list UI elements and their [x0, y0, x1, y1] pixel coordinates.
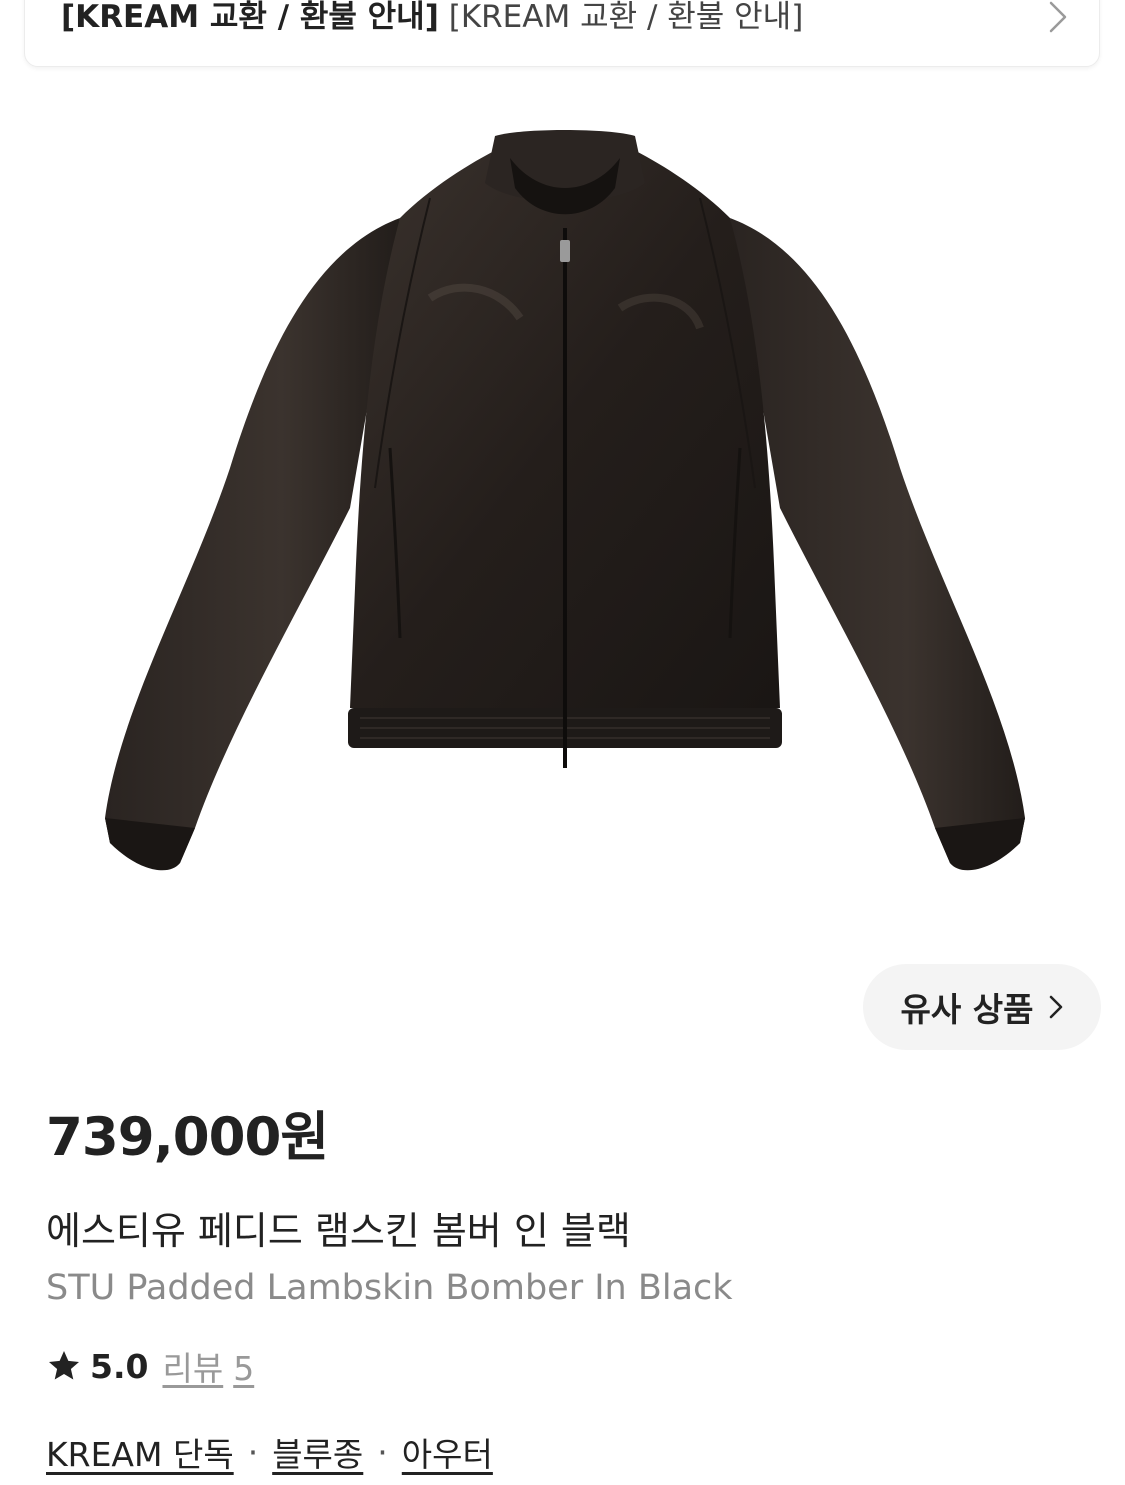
notice-label: [KREAM 교환 / 환불 안내] [448, 0, 804, 35]
product-name-korean: 에스티유 페디드 램스킨 봄버 인 블랙 [46, 1209, 631, 1253]
star-icon [49, 1351, 79, 1380]
notice-bold-label: [KREAM 교환 / 환불 안내] [61, 0, 439, 35]
exchange-refund-notice[interactable]: [KREAM 교환 / 환불 안내] [KREAM 교환 / 환불 안내] [24, 0, 1100, 67]
review-count: 5 [233, 1349, 255, 1388]
chevron-right-icon [1050, 995, 1063, 1019]
product-name-english: STU Padded Lambskin Bomber In Black [46, 1268, 733, 1308]
category-tags: KREAM 단독 · 블루종 · 아우터 [46, 1428, 493, 1476]
tag-blouson[interactable]: 블루종 [272, 1428, 363, 1476]
tag-outer[interactable]: 아우터 [402, 1428, 493, 1476]
tag-separator: · [247, 1432, 259, 1472]
similar-products-label: 유사 상품 [900, 990, 1034, 1029]
product-price: 739,000원 [46, 1107, 329, 1168]
chevron-right-icon [1049, 1, 1067, 33]
tag-kream-exclusive[interactable]: KREAM 단독 [46, 1428, 234, 1476]
review-label: 리뷰 [162, 1349, 224, 1388]
product-image[interactable] [100, 128, 1030, 888]
notice-text: [KREAM 교환 / 환불 안내] [KREAM 교환 / 환불 안내] [61, 0, 803, 37]
rating-value: 5.0 [90, 1346, 149, 1386]
similar-products-button[interactable]: 유사 상품 [863, 964, 1101, 1050]
tag-separator: · [377, 1432, 388, 1472]
rating-row: 5.0 리뷰 5 [46, 1344, 254, 1388]
reviews-link[interactable]: 리뷰 5 [162, 1342, 254, 1390]
